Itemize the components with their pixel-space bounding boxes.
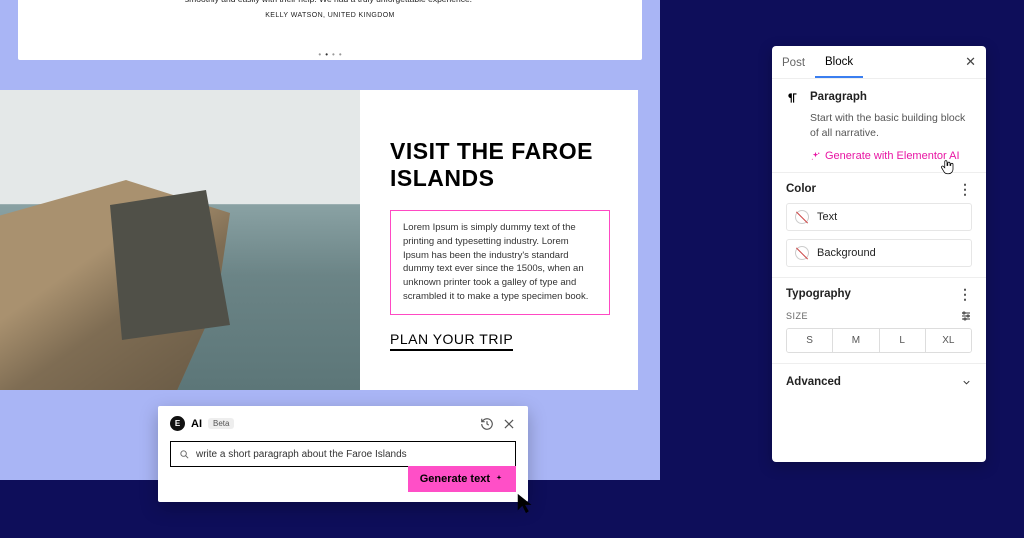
size-label: SIZE [786, 311, 808, 321]
plan-trip-link[interactable]: PLAN YOUR TRIP [390, 331, 513, 351]
hero-copy: VISIT THE FAROE ISLANDS Lorem Ipsum is s… [360, 90, 638, 390]
elementor-logo-icon: E [170, 416, 185, 431]
hero-image [0, 90, 360, 390]
size-xl[interactable]: XL [926, 329, 971, 352]
block-inspector-panel: Post Block ✕ Paragraph Start with the ba… [772, 46, 986, 462]
close-icon[interactable] [502, 417, 516, 431]
sliders-icon[interactable] [960, 310, 972, 322]
search-icon [179, 449, 190, 460]
color-swatch-none-icon [795, 246, 809, 260]
chevron-down-icon [961, 377, 972, 388]
color-section: Color ⋮ Text Background [772, 173, 986, 278]
testimonial-author: KELLY WATSON, UNITED KINGDOM [98, 11, 562, 20]
hero-section: VISIT THE FAROE ISLANDS Lorem Ipsum is s… [0, 90, 638, 390]
cursor-hand-icon [938, 158, 956, 176]
advanced-section-toggle[interactable]: Advanced [772, 364, 986, 400]
typography-more-icon[interactable]: ⋮ [958, 291, 972, 298]
color-background-row[interactable]: Background [786, 239, 972, 267]
tab-post[interactable]: Post [772, 47, 815, 77]
beta-badge: Beta [208, 418, 234, 429]
advanced-label: Advanced [786, 376, 841, 388]
ai-label: AI [191, 418, 202, 430]
hero-title: VISIT THE FAROE ISLANDS [390, 138, 614, 192]
color-text-row[interactable]: Text [786, 203, 972, 231]
generate-text-button[interactable]: Generate text [408, 466, 516, 492]
ai-prompt-input[interactable]: write a short paragraph about the Faroe … [170, 441, 516, 467]
panel-close-icon[interactable]: ✕ [955, 54, 986, 70]
block-description: Start with the basic building block of a… [786, 111, 972, 140]
size-button-group: S M L XL [786, 328, 972, 353]
panel-tabs: Post Block ✕ [772, 46, 986, 79]
color-more-icon[interactable]: ⋮ [958, 186, 972, 193]
ai-prompt-popup: E AI Beta write a short paragraph about … [158, 406, 528, 502]
paragraph-icon [786, 91, 800, 105]
sparkle-icon [810, 151, 821, 162]
size-s[interactable]: S [787, 329, 833, 352]
color-text-label: Text [817, 211, 837, 223]
generate-with-ai-link[interactable]: Generate with Elementor AI [786, 150, 972, 162]
sparkle-icon [494, 474, 504, 484]
carousel-dots[interactable]: •••• [18, 50, 642, 61]
size-m[interactable]: M [833, 329, 879, 352]
generate-text-label: Generate text [420, 473, 490, 485]
color-swatch-none-icon [795, 210, 809, 224]
typography-section: Typography ⋮ SIZE S M L XL [772, 278, 986, 364]
size-l[interactable]: L [880, 329, 926, 352]
color-heading: Color [786, 183, 816, 195]
hero-paragraph-selected[interactable]: Lorem Ipsum is simply dummy text of the … [390, 210, 610, 315]
block-name: Paragraph [810, 91, 867, 105]
ai-prompt-value: write a short paragraph about the Faroe … [196, 449, 407, 460]
testimonial-card: smoothly and easily with their help. We … [18, 0, 642, 60]
history-icon[interactable] [480, 417, 494, 431]
testimonial-text: smoothly and easily with their help. We … [98, 0, 562, 5]
color-background-label: Background [817, 247, 876, 259]
block-summary: Paragraph Start with the basic building … [772, 79, 986, 173]
tab-block[interactable]: Block [815, 46, 863, 78]
typography-heading: Typography [786, 288, 851, 300]
cursor-arrow-icon [515, 492, 537, 514]
